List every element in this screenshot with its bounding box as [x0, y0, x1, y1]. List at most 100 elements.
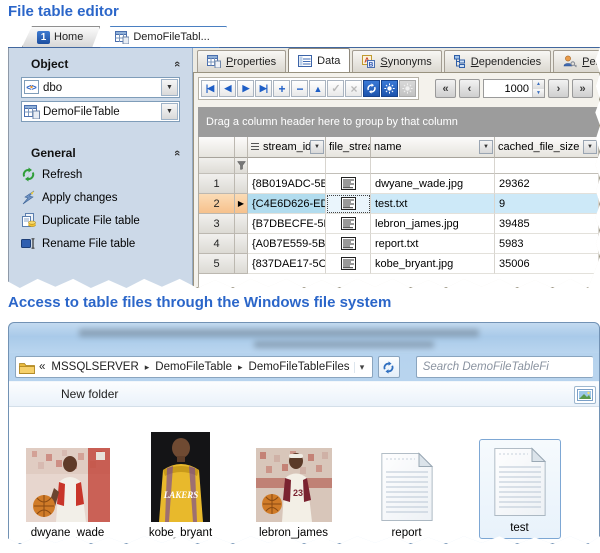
refresh-grid-button[interactable]: [363, 80, 380, 97]
cell-size[interactable]: 39485: [495, 214, 599, 234]
explorer-titlebar[interactable]: [9, 323, 599, 353]
first-page-button[interactable]: «: [435, 79, 456, 98]
header-indicator: [235, 137, 248, 158]
cell-stream-id[interactable]: {B7DBECFE-5B: [248, 214, 326, 234]
cell-name[interactable]: dwyane_wade.jpg: [371, 174, 495, 194]
tab-properties-label: Properties: [226, 56, 276, 68]
collapse-chevron-icon[interactable]: «: [171, 61, 183, 67]
page-size-value[interactable]: 1000: [484, 80, 532, 97]
schema-dropdown-arrow[interactable]: ▼: [161, 79, 178, 96]
tab-permissions[interactable]: Permissions: [553, 50, 600, 72]
object-section-header[interactable]: Object «: [9, 54, 192, 74]
next-record-button[interactable]: ▶: [237, 80, 254, 97]
table-row[interactable]: 5 {837DAE17-5C kobe_bryant.jpg 35006: [199, 254, 599, 274]
blob-icon: [341, 177, 356, 190]
file-item-test-selected[interactable]: test: [463, 417, 576, 539]
cell-file-stream[interactable]: [326, 214, 371, 234]
cell-file-stream[interactable]: [326, 194, 371, 214]
address-bar[interactable]: « MSSQLSERVER ▸ DemoFileTable ▸ DemoFile…: [15, 356, 373, 378]
cell-size[interactable]: 5983: [495, 234, 599, 254]
column-label: name: [374, 141, 402, 153]
tab-properties[interactable]: Properties: [197, 50, 286, 72]
file-item-dwyane-wade[interactable]: dwyane_wade: [11, 417, 124, 539]
filter-cell[interactable]: [371, 158, 495, 174]
table-dropdown[interactable]: DemoFileTable ▼: [21, 101, 180, 122]
first-record-button[interactable]: |◀: [201, 80, 218, 97]
breadcrumb-item[interactable]: DemoFileTableFiles: [249, 361, 350, 373]
sidebar-item-apply-changes[interactable]: Apply changes: [9, 186, 192, 209]
cell-name[interactable]: report.txt: [371, 234, 495, 254]
cell-stream-id[interactable]: {A0B7E559-5BI: [248, 234, 326, 254]
cell-file-stream[interactable]: [326, 234, 371, 254]
last-page-button[interactable]: »: [572, 79, 593, 98]
filter-dropdown-icon[interactable]: ▼: [310, 140, 324, 154]
prev-record-button[interactable]: ◀: [219, 80, 236, 97]
file-item-lebron-james[interactable]: 23 lebron_james: [237, 417, 350, 539]
table-row[interactable]: 3 {B7DBECFE-5B lebron_james.jpg 39485: [199, 214, 599, 234]
general-section-header[interactable]: General «: [9, 143, 192, 163]
cell-name[interactable]: lebron_james.jpg: [371, 214, 495, 234]
cell-file-stream[interactable]: [326, 254, 371, 274]
cell-name[interactable]: test.txt: [371, 194, 495, 214]
column-header-cached-file-size[interactable]: cached_file_size▼: [495, 137, 599, 158]
filter-cell[interactable]: [248, 158, 326, 174]
tab-synonyms[interactable]: AB Synonyms: [352, 50, 441, 72]
address-dropdown-icon[interactable]: ▾: [354, 362, 370, 373]
cell-stream-id[interactable]: {8B019ADC-5B: [248, 174, 326, 194]
prev-page-button[interactable]: ‹: [459, 79, 480, 98]
new-folder-button[interactable]: New folder: [61, 387, 118, 401]
table-row[interactable]: 4 {A0B7E559-5BI report.txt 5983: [199, 234, 599, 254]
cell-size[interactable]: 29362: [495, 174, 599, 194]
page-size-spinner[interactable]: 1000 ▲ ▼: [483, 79, 545, 98]
cell-stream-id[interactable]: {C4E6D626-ED: [248, 194, 326, 214]
breadcrumb-item[interactable]: DemoFileTable: [155, 361, 232, 373]
sidebar-item-rename-file-table[interactable]: Rename File table: [9, 232, 192, 255]
sidebar-item-duplicate-file-table[interactable]: Duplicate File table: [9, 209, 192, 232]
column-header-file-stream[interactable]: file_stream: [326, 137, 371, 158]
filter-cell[interactable]: [495, 158, 599, 174]
file-item-report[interactable]: report: [350, 417, 463, 539]
file-label: kobe_bryant: [149, 527, 212, 539]
cell-file-stream[interactable]: [326, 174, 371, 194]
refresh-button[interactable]: [378, 356, 400, 378]
auto-refresh-button[interactable]: [381, 80, 398, 97]
column-header-stream-id[interactable]: stream_id▼: [248, 137, 326, 158]
search-input[interactable]: [423, 357, 587, 377]
schema-dropdown[interactable]: <> dbo ▼: [21, 77, 180, 98]
last-record-button[interactable]: ▶|: [255, 80, 272, 97]
post-edit-button[interactable]: ✓: [327, 80, 344, 97]
cell-name[interactable]: kobe_bryant.jpg: [371, 254, 495, 274]
next-page-button[interactable]: ›: [548, 79, 569, 98]
insert-record-button[interactable]: +: [273, 80, 290, 97]
tab-home[interactable]: 1 Home: [22, 26, 100, 47]
filter-dropdown-icon[interactable]: ▼: [479, 140, 493, 154]
refresh-icon: [382, 361, 395, 374]
cancel-edit-button[interactable]: ×: [345, 80, 362, 97]
breadcrumb-overflow-icon[interactable]: «: [39, 361, 45, 373]
table-row-current[interactable]: 2 ▶ {C4E6D626-ED test.txt 9: [199, 194, 599, 214]
cell-size[interactable]: 35006: [495, 254, 599, 274]
group-by-bar[interactable]: Drag a column header here to group by th…: [198, 107, 599, 137]
collapse-chevron-icon[interactable]: «: [171, 150, 183, 156]
change-view-button[interactable]: [574, 386, 596, 404]
spin-down-icon[interactable]: ▼: [533, 89, 544, 98]
column-header-name[interactable]: name ▼: [371, 137, 495, 158]
cell-size[interactable]: 9: [495, 194, 599, 214]
edit-record-button[interactable]: ▲: [309, 80, 326, 97]
spin-up-icon[interactable]: ▲: [533, 80, 544, 89]
tab-data[interactable]: Data: [288, 48, 350, 72]
sidebar-item-refresh[interactable]: Refresh: [9, 163, 192, 186]
table-row[interactable]: 1 {8B019ADC-5B dwyane_wade.jpg 29362: [199, 174, 599, 194]
tab-demofiletable[interactable]: DemoFileTabl...: [100, 26, 226, 48]
cell-stream-id[interactable]: {837DAE17-5C: [248, 254, 326, 274]
table-dropdown-arrow[interactable]: ▼: [161, 103, 178, 120]
file-item-kobe-bryant[interactable]: LAKERS kobe_bryant: [124, 417, 237, 539]
breadcrumb-item[interactable]: MSSQLSERVER: [51, 361, 138, 373]
filter-cell[interactable]: [326, 158, 371, 174]
stop-refresh-button[interactable]: [399, 80, 416, 97]
explorer-caption: Access to table files through the Window…: [8, 294, 391, 311]
delete-record-button[interactable]: −: [291, 80, 308, 97]
tab-dependencies[interactable]: Dependencies: [444, 50, 551, 72]
filter-dropdown-icon[interactable]: ▼: [583, 140, 597, 154]
search-box[interactable]: [416, 356, 593, 378]
